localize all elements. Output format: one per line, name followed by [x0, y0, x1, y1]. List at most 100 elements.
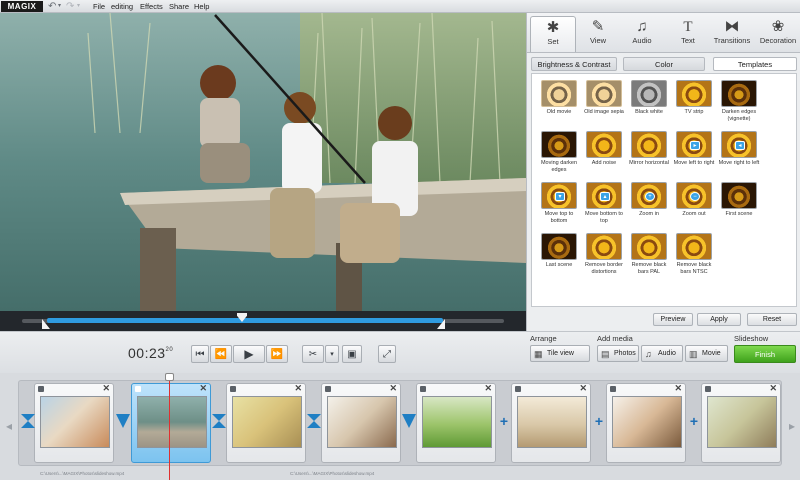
clip-select-checkbox[interactable] [135, 386, 141, 392]
template-add-noise[interactable]: Add noise [582, 131, 626, 167]
template-old-movie[interactable]: Old movie [537, 80, 581, 116]
scroll-right-icon[interactable]: ▸ [787, 418, 797, 434]
template-moving-darken-edges[interactable]: Moving darken edges [537, 131, 581, 173]
timeline-clip[interactable]: ✕ [606, 383, 686, 463]
timeline-clip[interactable]: ✕ [416, 383, 496, 463]
tile-view-button[interactable]: ▦ Tile view [530, 345, 590, 362]
undo-dropdown-icon[interactable]: ▾ [58, 1, 61, 12]
template-darken-edges[interactable]: Darken edges (vignette) [717, 80, 761, 122]
timeline-clip[interactable]: ✕ [226, 383, 306, 463]
timeline-clip[interactable]: ✕ [701, 383, 781, 463]
clip-select-checkbox[interactable] [38, 386, 44, 392]
tab-view[interactable]: ✎ View [575, 16, 621, 52]
cut-button[interactable]: ✂ [302, 345, 324, 363]
timeline-clip[interactable]: ✕ [34, 383, 114, 463]
rewind-button[interactable]: ⏪ [210, 345, 232, 363]
audio-label: Audio [658, 350, 676, 357]
menu-editing[interactable]: editing [111, 0, 133, 13]
close-icon[interactable]: ✕ [102, 383, 110, 394]
template-remove-black-bars-pal[interactable]: Remove black bars PAL [627, 233, 671, 275]
add-photos-button[interactable]: ▤ Photos [597, 345, 639, 362]
templates-grid: Old movie Old image sepia Black white TV… [531, 73, 797, 307]
template-move-left-to-right[interactable]: ▸ Move left to right [672, 131, 716, 167]
template-zoom-out[interactable]: − Zoom out [672, 182, 716, 218]
clip-select-checkbox[interactable] [610, 386, 616, 392]
jump-start-button[interactable]: ⏮ [191, 345, 209, 363]
add-movie-button[interactable]: ▥ Movie [685, 345, 728, 362]
timeline-clip[interactable]: ✕ [321, 383, 401, 463]
subtab-color[interactable]: Color [623, 57, 705, 71]
timeline-caption: C:\Users\...\MAGIX\Photos\slideshow.mp4 [40, 471, 125, 476]
template-old-image-sepia[interactable]: Old image sepia [582, 80, 626, 116]
tab-set[interactable]: ✱ Set [530, 16, 576, 52]
finish-label: Finish [754, 350, 775, 359]
subtab-templates[interactable]: Templates [713, 57, 797, 71]
redo-dropdown-icon[interactable]: ▾ [77, 1, 80, 12]
template-zoom-in[interactable]: + Zoom in [627, 182, 671, 218]
undo-icon[interactable]: ↶ [48, 1, 56, 12]
template-label: Move top to bottom [544, 211, 574, 224]
menu-share[interactable]: Share [169, 0, 189, 13]
timeline-clip-selected[interactable]: ✕ [131, 383, 211, 463]
close-icon[interactable]: ✕ [579, 383, 587, 394]
video-preview[interactable] [0, 13, 526, 311]
play-button[interactable]: ▶ [233, 345, 265, 363]
template-move-bottom-to-top[interactable]: ▴ Move bottom to top [582, 182, 626, 224]
menu-file[interactable]: File [93, 0, 105, 13]
tab-text[interactable]: T Text [665, 16, 711, 52]
template-tv-strip[interactable]: TV strip [672, 80, 716, 116]
template-thumbnail: ▾ [541, 182, 577, 209]
close-icon[interactable]: ✕ [294, 383, 302, 394]
tab-transitions[interactable]: ⧓ Transitions [709, 16, 755, 52]
preview-button[interactable]: Preview [653, 313, 693, 326]
transitions-icon: ⧓ [724, 18, 740, 35]
clip-select-checkbox[interactable] [230, 386, 236, 392]
fullscreen-button[interactable]: ⤢ [378, 345, 396, 363]
tab-decoration[interactable]: ❀ Decoration [755, 16, 800, 52]
redo-icon[interactable]: ↷ [66, 1, 74, 12]
menu-help[interactable]: Help [194, 0, 209, 13]
timeline-clip[interactable]: ✕ [511, 383, 591, 463]
fast-forward-button[interactable]: ⏩ [266, 345, 288, 363]
clip-select-checkbox[interactable] [705, 386, 711, 392]
close-icon[interactable]: ✕ [199, 383, 207, 394]
clip-select-checkbox[interactable] [515, 386, 521, 392]
menu-effects[interactable]: Effects [140, 0, 163, 13]
close-icon[interactable]: ✕ [389, 383, 397, 394]
scroll-left-icon[interactable]: ◂ [4, 418, 14, 434]
close-icon[interactable]: ✕ [674, 383, 682, 394]
clip-select-checkbox[interactable] [420, 386, 426, 392]
close-icon[interactable]: ✕ [484, 383, 492, 394]
template-last-scene[interactable]: Last scene [537, 233, 581, 269]
template-black-white[interactable]: Black white [627, 80, 671, 116]
add-audio-button[interactable]: ♫ Audio [641, 345, 683, 362]
add-transition-icon[interactable]: + [592, 414, 606, 428]
template-thumbnail [631, 233, 667, 260]
template-remove-border-distortions[interactable]: Remove border distortions [582, 233, 626, 275]
template-label: Remove black bars NTSC [676, 262, 712, 275]
template-move-top-to-bottom[interactable]: ▾ Move top to bottom [537, 182, 581, 224]
film-icon: ▥ [689, 349, 698, 359]
preview-seekbar[interactable] [0, 311, 526, 331]
finish-button[interactable]: Finish [734, 345, 796, 363]
reset-button[interactable]: Reset [747, 313, 797, 326]
playhead-handle[interactable] [165, 373, 174, 381]
apply-button[interactable]: Apply [697, 313, 741, 326]
subtab-brightness-contrast[interactable]: Brightness & Contrast [531, 57, 617, 71]
template-first-scene[interactable]: First scene [717, 182, 761, 218]
template-thumbnail [631, 131, 667, 158]
add-transition-icon[interactable]: + [687, 414, 701, 428]
template-mirror-horizontal[interactable]: Mirror horizontal [627, 131, 671, 167]
clip-select-checkbox[interactable] [325, 386, 331, 392]
playhead-line [169, 373, 170, 480]
cut-options-button[interactable]: ▾ [325, 345, 339, 363]
snapshot-button[interactable]: ▣ [342, 345, 362, 363]
template-move-right-to-left[interactable]: ◂ Move right to left [717, 131, 761, 167]
template-label: Zoom out [682, 211, 706, 217]
template-remove-black-bars-ntsc[interactable]: Remove black bars NTSC [672, 233, 716, 275]
text-icon: T [683, 19, 693, 35]
control-bar: 00:2320 ⏮ ⏪ ▶ ⏩ ✂ ▾ ▣ ⤢ Arrange ▦ Tile vi… [0, 331, 800, 373]
tab-audio[interactable]: ♫ Audio [619, 16, 665, 52]
close-icon[interactable]: ✕ [769, 383, 777, 394]
add-transition-icon[interactable]: + [497, 414, 511, 428]
